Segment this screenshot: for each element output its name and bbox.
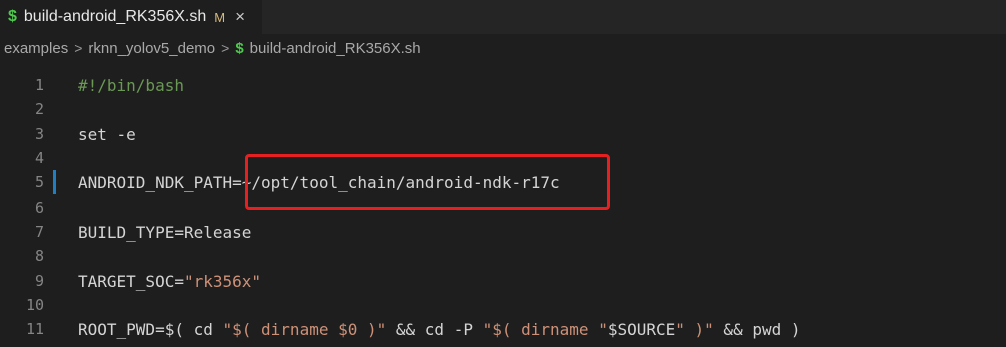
line-number: 6 <box>34 199 44 217</box>
breadcrumb: examples > rknn_yolov5_demo > $ build-an… <box>0 34 1006 62</box>
breadcrumb-item-file[interactable]: build-android_RK356X.sh <box>250 40 421 57</box>
breadcrumb-item-rknn-yolov5-demo[interactable]: rknn_yolov5_demo <box>88 40 215 57</box>
highlight-annotation-box <box>245 154 610 210</box>
line-number: 9 <box>34 272 44 290</box>
line-number: 8 <box>34 247 44 265</box>
shell-script-icon: $ <box>235 39 244 57</box>
code-line[interactable]: 7 BUILD_TYPE=Release <box>0 220 1006 244</box>
tab-build-android-script[interactable]: $ build-android_RK356X.sh M × <box>0 0 262 34</box>
code-text[interactable]: set -e <box>78 125 136 144</box>
line-number: 11 <box>25 320 44 338</box>
line-number: 4 <box>34 149 44 167</box>
line-number: 10 <box>25 296 44 314</box>
line-number: 3 <box>34 125 44 143</box>
editor-tab-bar: $ build-android_RK356X.sh M × <box>0 0 1006 34</box>
code-line[interactable]: 2 <box>0 97 1006 121</box>
code-line[interactable]: 1 #!/bin/bash <box>0 73 1006 97</box>
code-text[interactable]: BUILD_TYPE=Release <box>78 223 251 242</box>
code-text[interactable]: ROOT_PWD=$( cd "$( dirname $0 )" && cd -… <box>78 320 801 339</box>
modified-line-gutter-marker <box>53 170 56 194</box>
tab-filename: build-android_RK356X.sh <box>23 8 207 25</box>
line-number: 2 <box>34 100 44 118</box>
code-line[interactable]: 9 TARGET_SOC="rk356x" <box>0 269 1006 293</box>
close-icon[interactable]: × <box>235 7 245 27</box>
code-text[interactable]: TARGET_SOC="rk356x" <box>78 272 261 291</box>
code-line[interactable]: 11 ROOT_PWD=$( cd "$( dirname $0 )" && cd… <box>0 317 1006 341</box>
code-line[interactable]: 8 <box>0 244 1006 268</box>
chevron-right-icon: > <box>221 40 230 56</box>
line-number: 7 <box>34 223 44 241</box>
line-number: 1 <box>34 76 44 94</box>
breadcrumb-item-examples[interactable]: examples <box>4 40 68 57</box>
shell-script-icon: $ <box>8 8 17 25</box>
modified-indicator: M <box>214 9 226 25</box>
code-text[interactable]: #!/bin/bash <box>78 76 184 95</box>
code-line[interactable]: 3 set -e <box>0 122 1006 146</box>
code-line[interactable]: 10 <box>0 293 1006 317</box>
chevron-right-icon: > <box>74 40 83 56</box>
line-number: 5 <box>34 173 44 191</box>
